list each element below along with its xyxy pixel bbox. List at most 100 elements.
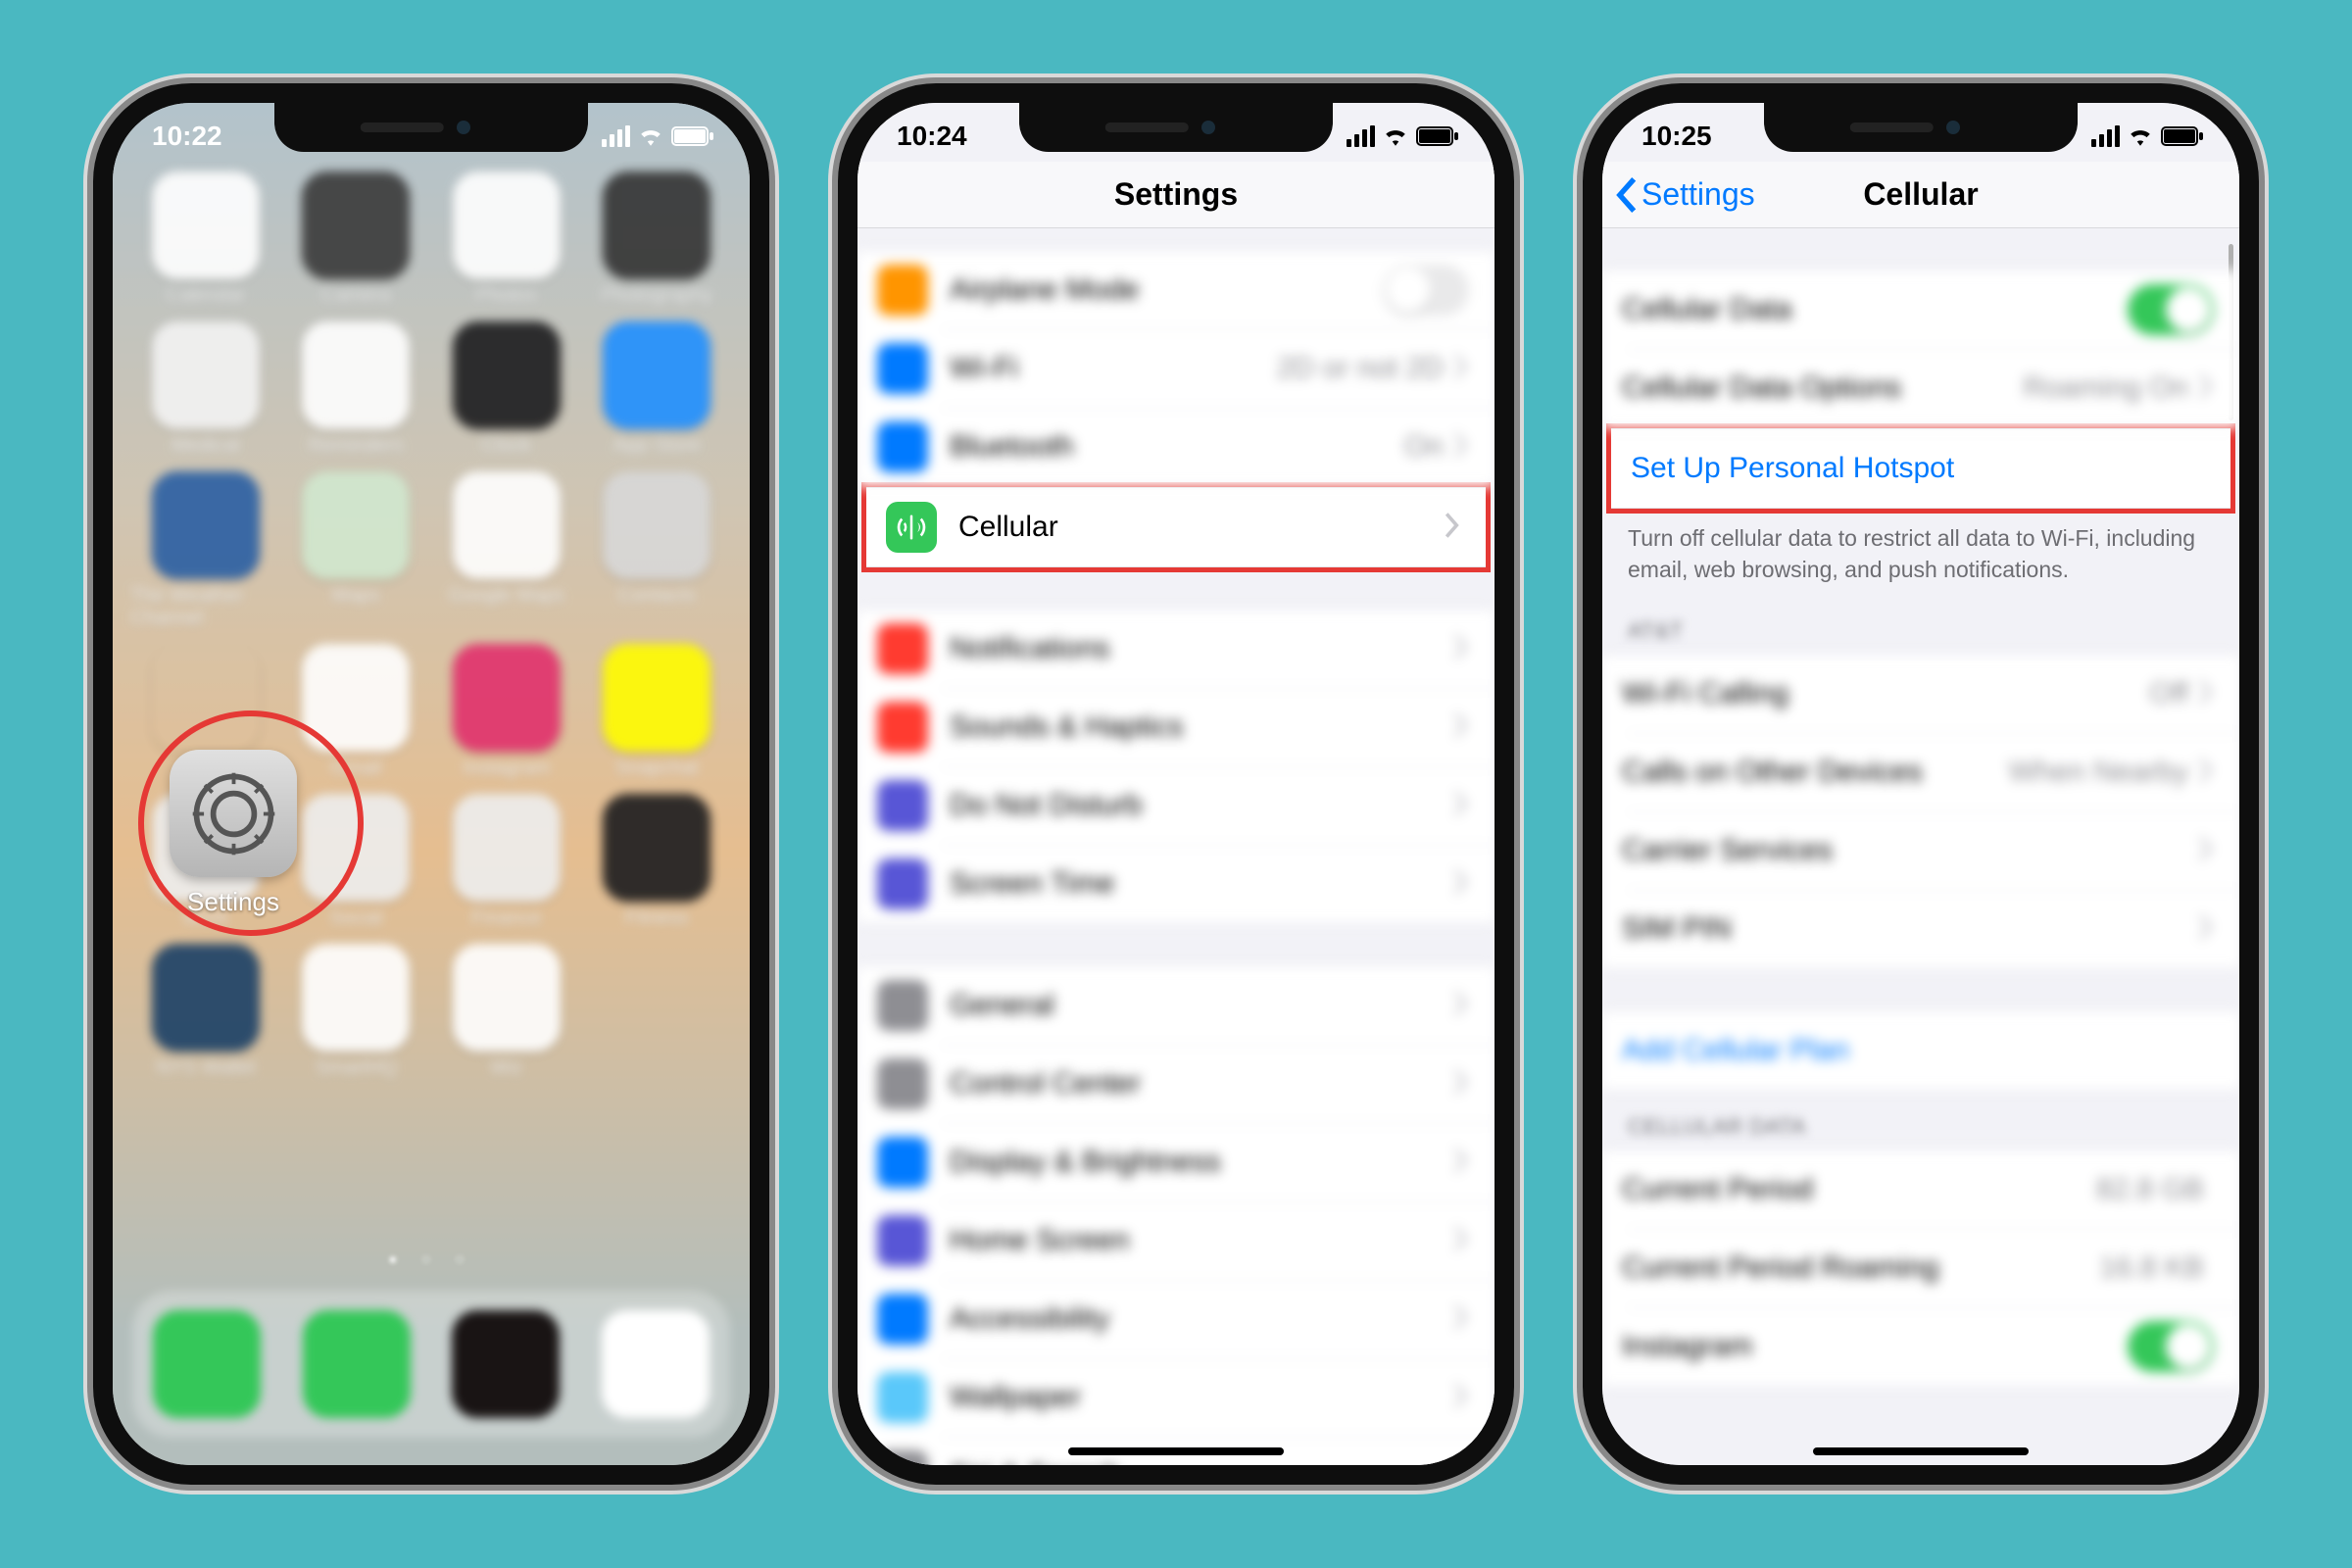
row-icon <box>877 1294 928 1345</box>
app-icon[interactable]: Calendar <box>130 172 281 308</box>
app-icon[interactable]: Photos <box>431 172 582 308</box>
settings-group-connectivity: Airplane ModeWi-Fi2D or not 2DBluetoothO… <box>858 250 1494 487</box>
battery-icon <box>1416 126 1459 146</box>
chevron-right-icon <box>1453 634 1469 664</box>
page-indicator[interactable]: ● ○ ○ <box>113 1251 750 1269</box>
settings-row[interactable]: Wallpaper <box>858 1358 1494 1437</box>
settings-row[interactable]: Airplane Mode <box>858 251 1494 329</box>
row-label: Screen Time <box>950 867 1453 901</box>
settings-row[interactable]: Cellular Data OptionsRoaming On <box>1602 349 2239 427</box>
settings-row[interactable]: Home Screen <box>858 1201 1494 1280</box>
dock <box>132 1291 730 1438</box>
app-icon[interactable]: Wiz <box>431 944 582 1080</box>
settings-row[interactable]: Cellular Data <box>1602 270 2239 349</box>
settings-row[interactable]: Siri & Search <box>858 1437 1494 1485</box>
cellular-icon <box>886 502 937 553</box>
home-indicator[interactable] <box>1068 1447 1284 1455</box>
app-tile <box>453 321 561 429</box>
toggle-switch[interactable] <box>2128 1321 2214 1372</box>
app-tile <box>152 471 260 579</box>
row-label: Calls on Other Devices <box>1622 756 2009 789</box>
chevron-right-icon <box>1453 1461 1469 1486</box>
row-add-cellular-plan[interactable]: Add Cellular Plan <box>1602 1011 2239 1090</box>
settings-row[interactable]: BluetoothOn <box>858 408 1494 486</box>
settings-app-label: Settings <box>187 887 279 917</box>
settings-row[interactable]: General <box>858 966 1494 1045</box>
settings-row[interactable]: Wi-Fi2D or not 2D <box>858 329 1494 408</box>
row-icon <box>877 780 928 831</box>
app-label: Calendar <box>166 285 245 308</box>
settings-row[interactable]: Current Period82.8 GB <box>1602 1151 2239 1229</box>
dock-app-spotify[interactable] <box>452 1310 560 1418</box>
app-icon[interactable]: NYS Wallet <box>130 944 281 1080</box>
dock-app-phone[interactable] <box>303 1310 411 1418</box>
row-detail: On <box>1404 430 1444 464</box>
app-icon[interactable]: The Weather Channel <box>130 471 281 630</box>
row-detail: 82.8 GB <box>2096 1173 2204 1206</box>
row-detail: Off <box>2150 677 2188 710</box>
notch <box>1019 101 1333 152</box>
app-icon[interactable]: Reminders <box>281 321 432 458</box>
app-tile <box>453 471 561 579</box>
settings-row[interactable]: Calls on Other DevicesWhen Nearby <box>1602 733 2239 811</box>
settings-row[interactable]: Control Center <box>858 1045 1494 1123</box>
chevron-right-icon <box>1453 1304 1469 1335</box>
app-label: Social <box>329 907 382 930</box>
toggle-switch[interactable] <box>1383 265 1469 316</box>
settings-row[interactable]: Wi-Fi CallingOff <box>1602 655 2239 733</box>
app-tile <box>603 794 710 902</box>
settings-row[interactable]: Accessibility <box>858 1280 1494 1358</box>
app-tile <box>603 644 710 752</box>
app-icon[interactable]: Maps <box>281 471 432 630</box>
settings-row[interactable]: Sounds & Haptics <box>858 688 1494 766</box>
settings-app-icon[interactable]: Settings <box>170 750 297 917</box>
chevron-right-icon <box>1453 432 1469 463</box>
settings-row[interactable]: Do Not Disturb <box>858 766 1494 845</box>
app-icon[interactable]: SmartHQ <box>281 944 432 1080</box>
row-setup-personal-hotspot[interactable]: Set Up Personal Hotspot <box>1611 429 2230 508</box>
app-icon[interactable]: Google Maps <box>431 471 582 630</box>
app-icon[interactable]: Fitness <box>582 794 733 930</box>
app-tile <box>302 172 410 279</box>
app-label: Clock <box>482 435 531 458</box>
settings-row[interactable]: Screen Time <box>858 845 1494 923</box>
dock-app-safari[interactable] <box>602 1310 710 1418</box>
chevron-right-icon <box>1453 991 1469 1021</box>
gear-icon <box>170 750 297 877</box>
settings-row[interactable]: Instagram <box>1602 1307 2239 1386</box>
app-label: Reminders <box>309 435 404 458</box>
settings-row[interactable]: Current Period Roaming16.8 KB <box>1602 1229 2239 1307</box>
app-icon[interactable]: Contacts <box>582 471 733 630</box>
settings-row[interactable]: Carrier Services <box>1602 811 2239 890</box>
app-icon[interactable]: Camera <box>281 172 432 308</box>
back-button[interactable]: Settings <box>1614 176 1755 213</box>
highlight-box: Set Up Personal Hotspot <box>1606 423 2235 514</box>
settings-row-cellular[interactable]: Cellular <box>866 488 1486 566</box>
app-icon[interactable]: App Store <box>582 321 733 458</box>
app-icon[interactable]: Instagram <box>431 644 582 780</box>
row-label: SIM PIN <box>1622 912 2198 946</box>
cellular-group-hotspot: Set Up Personal Hotspot <box>1611 428 2230 509</box>
settings-row[interactable]: SIM PIN <box>1602 890 2239 968</box>
app-tile <box>603 172 710 279</box>
settings-row[interactable]: Notifications <box>858 610 1494 688</box>
row-label: General <box>950 989 1453 1022</box>
app-icon[interactable]: Finance <box>431 794 582 930</box>
settings-row[interactable]: Display & Brightness <box>858 1123 1494 1201</box>
back-label: Settings <box>1642 176 1755 213</box>
row-label: Control Center <box>950 1067 1453 1101</box>
app-label: SmartHQ <box>316 1057 397 1080</box>
app-icon[interactable]: Photography <box>582 172 733 308</box>
row-icon <box>877 1137 928 1188</box>
toggle-switch[interactable] <box>2128 284 2214 335</box>
row-label: Current Period <box>1622 1173 2096 1206</box>
settings-group-general: General Control Center Display & Brightnes… <box>858 965 1494 1485</box>
dock-app-messages[interactable] <box>153 1310 261 1418</box>
home-indicator[interactable] <box>1813 1447 2029 1455</box>
app-icon[interactable]: Snapchat <box>582 644 733 780</box>
app-icon[interactable]: Clock <box>431 321 582 458</box>
status-time: 10:25 <box>1642 121 1712 152</box>
app-icon[interactable]: Medical <box>130 321 281 458</box>
row-label: Accessibility <box>950 1302 1453 1336</box>
cellular-group-carrier: Wi-Fi CallingOffCalls on Other DevicesWh… <box>1602 654 2239 969</box>
